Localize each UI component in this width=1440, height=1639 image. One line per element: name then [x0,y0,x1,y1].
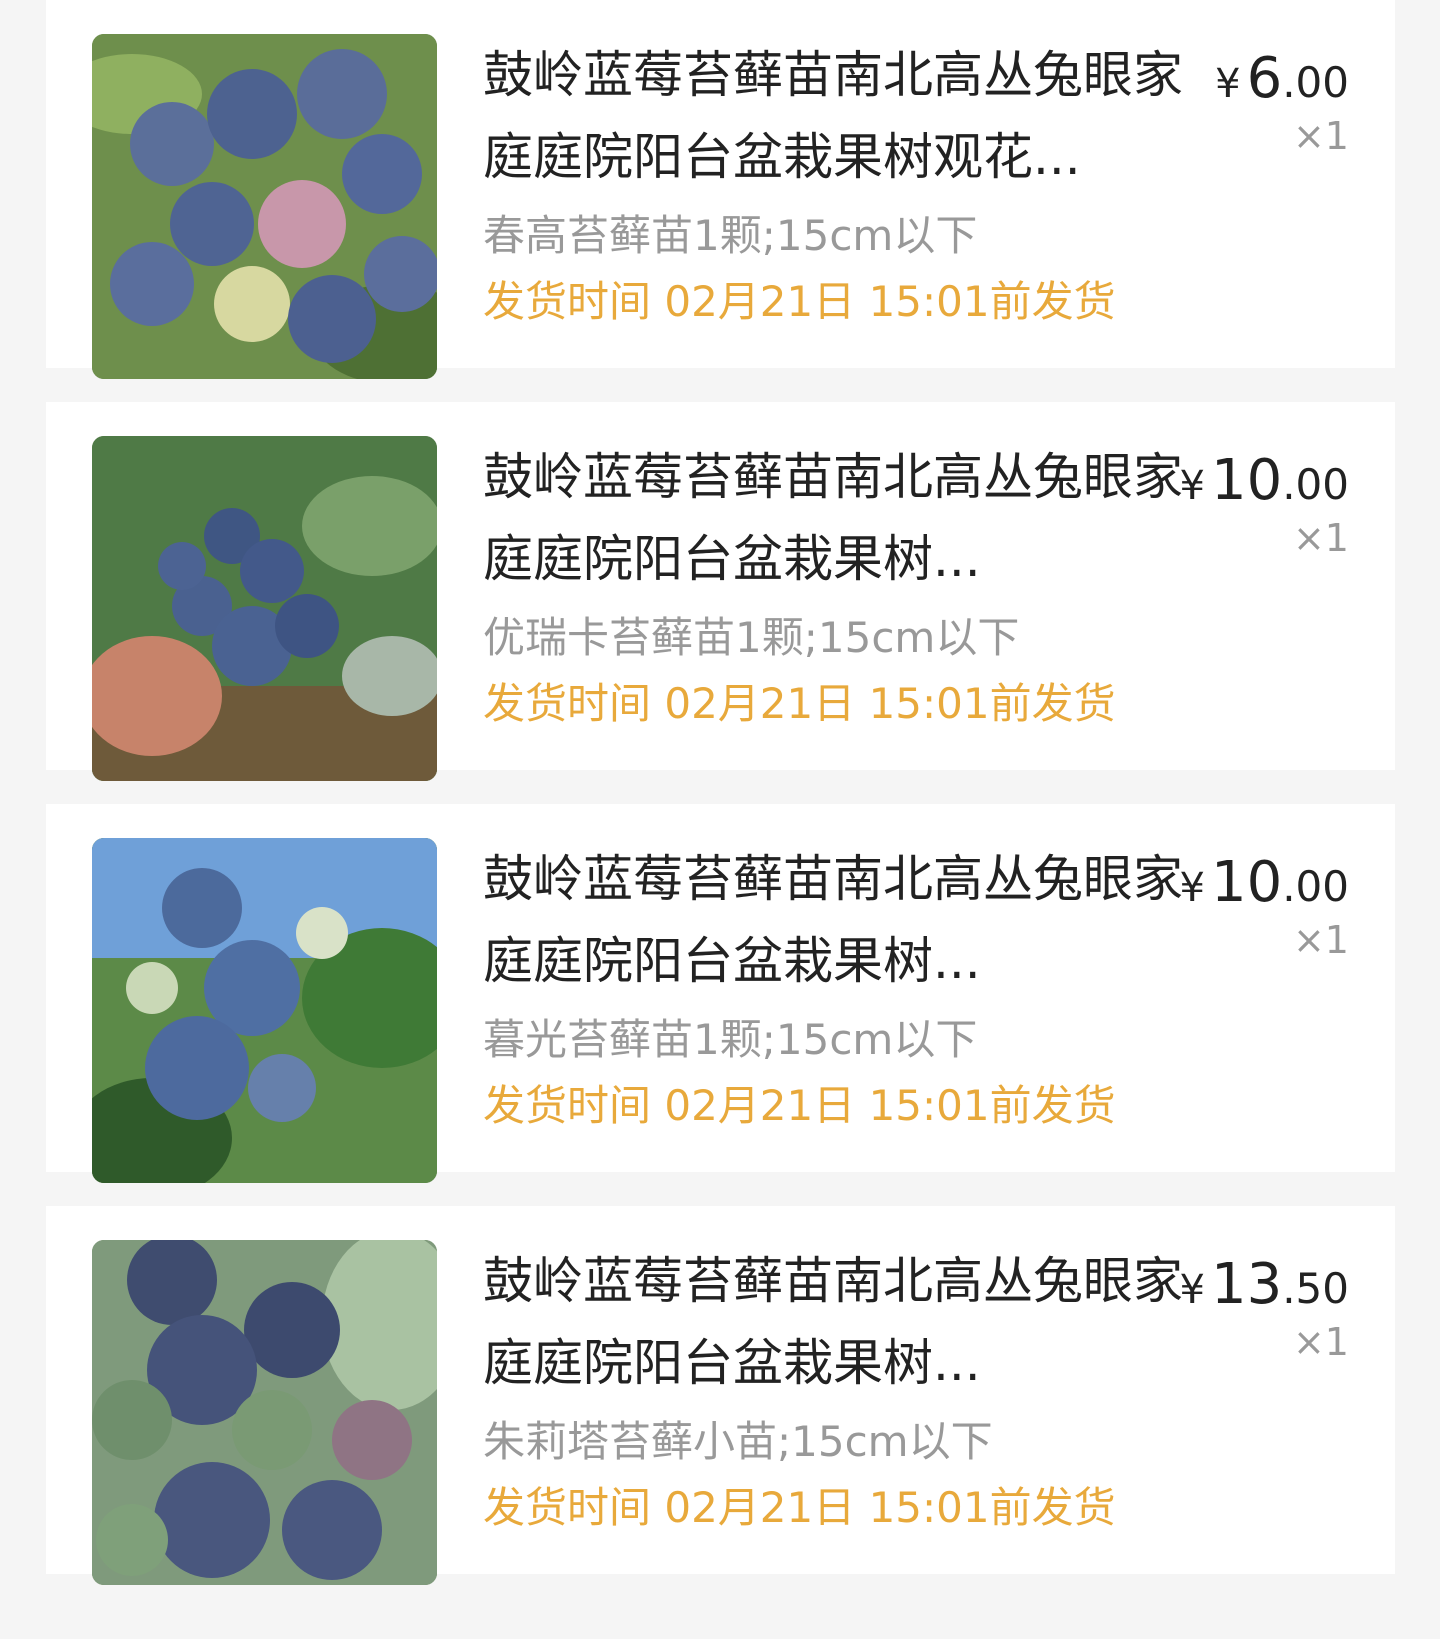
product-quantity: ×1 [1292,516,1349,560]
order-item-card[interactable]: 鼓岭蓝莓苔藓苗南北高丛兔眼家庭庭院阳台盆栽果树观花... ¥6.00 ×1 春高… [46,0,1395,379]
price-integer: 6 [1246,46,1283,111]
price-decimal: .50 [1282,1264,1349,1313]
shipping-time: 发货时间 02月21日 15:01前发货 [483,277,1116,326]
shipping-time: 发货时间 02月21日 15:01前发货 [483,1483,1116,1532]
product-title[interactable]: 鼓岭蓝莓苔藓苗南北高丛兔眼家庭庭院阳台盆栽果树... [483,436,1183,600]
price-integer: 13 [1210,1252,1283,1317]
order-item-list: 鼓岭蓝莓苔藓苗南北高丛兔眼家庭庭院阳台盆栽果树观花... ¥6.00 ×1 春高… [0,0,1440,1639]
order-item-card[interactable]: 鼓岭蓝莓苔藓苗南北高丛兔眼家庭庭院阳台盆栽果树... ¥10.00 ×1 暮光苔… [46,804,1395,1183]
price-integer: 10 [1210,850,1283,915]
blueberry-photo-icon [92,34,437,379]
product-sku: 春高苔藓苗1颗;15cm以下 [483,211,978,260]
currency-symbol: ¥ [1179,1267,1205,1313]
currency-symbol: ¥ [1179,865,1205,911]
product-thumbnail[interactable] [92,838,437,1183]
order-item-card[interactable]: 鼓岭蓝莓苔藓苗南北高丛兔眼家庭庭院阳台盆栽果树... ¥13.50 ×1 朱莉塔… [46,1206,1395,1585]
product-price: ¥13.50 [1179,1252,1349,1317]
order-item-card[interactable]: 鼓岭蓝莓苔藓苗南北高丛兔眼家庭庭院阳台盆栽果树... ¥10.00 ×1 优瑞卡… [46,402,1395,781]
product-title[interactable]: 鼓岭蓝莓苔藓苗南北高丛兔眼家庭庭院阳台盆栽果树... [483,838,1183,1002]
product-price: ¥10.00 [1179,850,1349,915]
product-quantity: ×1 [1292,1320,1349,1364]
product-quantity: ×1 [1292,918,1349,962]
product-sku: 优瑞卡苔藓苗1颗;15cm以下 [483,613,1020,662]
product-price: ¥10.00 [1179,448,1349,513]
product-sku: 暮光苔藓苗1颗;15cm以下 [483,1015,978,1064]
product-thumbnail[interactable] [92,436,437,781]
product-price: ¥6.00 [1215,46,1349,111]
blueberry-photo-icon [92,436,437,781]
shipping-time: 发货时间 02月21日 15:01前发货 [483,679,1116,728]
price-decimal: .00 [1282,58,1349,107]
product-title[interactable]: 鼓岭蓝莓苔藓苗南北高丛兔眼家庭庭院阳台盆栽果树观花... [483,34,1183,198]
product-sku: 朱莉塔苔藓小苗;15cm以下 [483,1417,993,1466]
price-integer: 10 [1210,448,1283,513]
product-quantity: ×1 [1292,114,1349,158]
blueberry-photo-icon [92,838,437,1183]
currency-symbol: ¥ [1215,61,1241,107]
shipping-time: 发货时间 02月21日 15:01前发货 [483,1081,1116,1130]
blueberry-photo-icon [92,1240,437,1585]
price-decimal: .00 [1282,862,1349,911]
currency-symbol: ¥ [1179,463,1205,509]
price-decimal: .00 [1282,460,1349,509]
product-title[interactable]: 鼓岭蓝莓苔藓苗南北高丛兔眼家庭庭院阳台盆栽果树... [483,1240,1183,1404]
product-thumbnail[interactable] [92,34,437,379]
product-thumbnail[interactable] [92,1240,437,1585]
